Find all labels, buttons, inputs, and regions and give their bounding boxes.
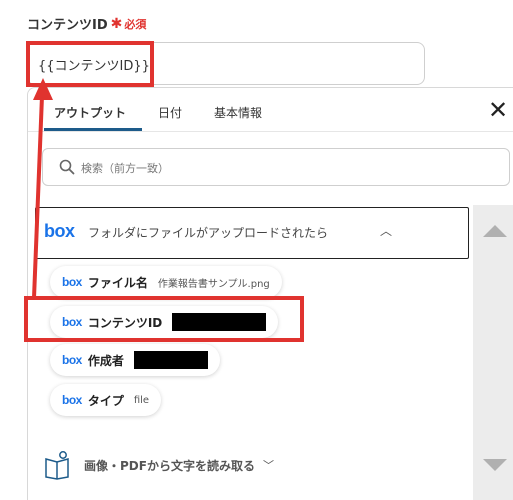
annotation-arrow [32, 78, 53, 299]
